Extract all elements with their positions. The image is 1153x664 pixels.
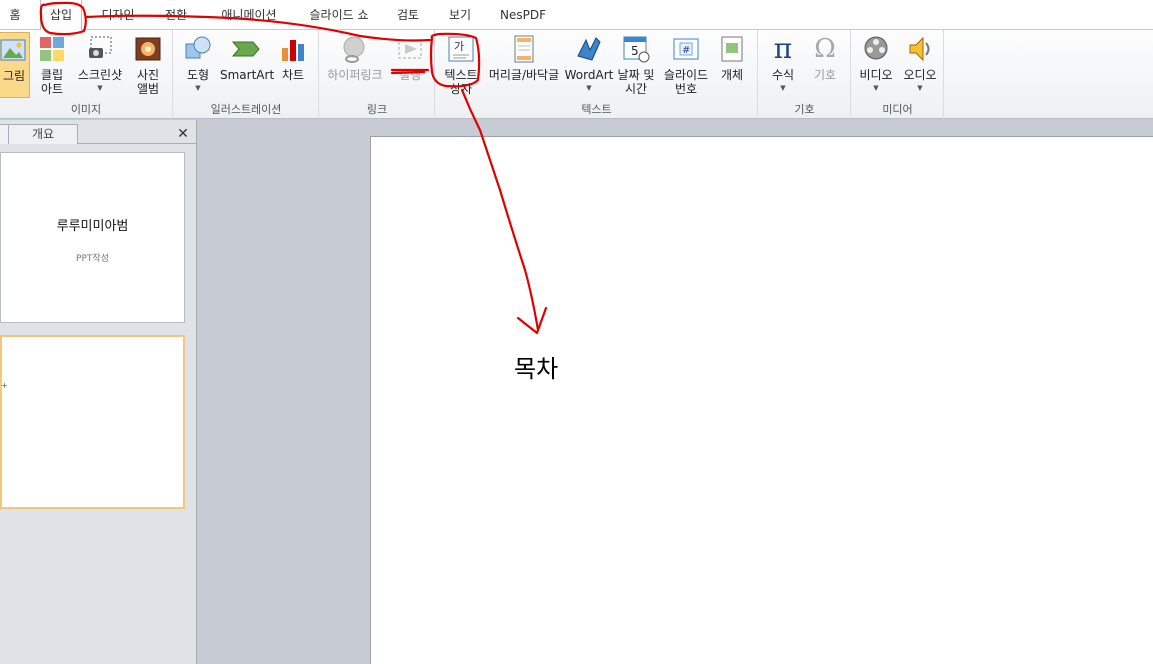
slide-thumbnail-1[interactable]: 루루미미아범 PPT작성 (0, 152, 185, 323)
group-image-label: 이미지 (70, 103, 102, 116)
tab-design[interactable]: 디자인 (92, 0, 144, 30)
tab-animations[interactable]: 애니메이션 (208, 0, 290, 30)
group-symbol-label: 기호 (794, 103, 815, 116)
smartart-label: SmartArt (220, 68, 275, 82)
group-link: 하이퍼링크 실행 링크 (320, 30, 435, 119)
clipart-label-line1: 클립 (40, 68, 64, 82)
screenshot-label: 스크린샷 (77, 68, 123, 82)
photo-album-label-line2: 앨범 (136, 82, 160, 96)
editing-area: 목차 (198, 120, 1153, 664)
tab-review[interactable]: 검토 (388, 0, 428, 30)
thumbnail-text-marker: + (1, 381, 8, 390)
screenshot-icon (89, 36, 112, 58)
header-footer-label: 머리글/바닥글 (488, 68, 560, 82)
textbox-label-line2: 상자 (449, 82, 473, 96)
group-text-label: 텍스트 (581, 103, 612, 116)
tab-view[interactable]: 보기 (440, 0, 480, 30)
picture-button[interactable]: 그림 (0, 32, 30, 98)
tab-nespdf[interactable]: NesPDF (492, 0, 554, 30)
ribbon-tab-bar: 홈 삽입 디자인 전환 애니메이션 슬라이드 쇼 검토 보기 NesPDF (0, 0, 1153, 30)
slide-number-label-line2: 번호 (674, 82, 698, 96)
datetime-label-line1: 날짜 및 (617, 68, 655, 82)
wordart-dropdown-icon: ▼ (586, 84, 592, 92)
tab-transitions[interactable]: 전환 (156, 0, 196, 30)
group-image: 그림 클립 아트 스크린샷 ▼ 사진 앨범 이미지 (0, 30, 173, 119)
tab-home[interactable]: 홈 (2, 0, 28, 30)
video-dropdown-icon: ▼ (873, 84, 879, 92)
panel-tab-bar: 개요 ✕ (0, 124, 197, 144)
chart-icon (282, 40, 304, 61)
chart-label: 차트 (281, 68, 305, 82)
textbox-label-line1: 텍스트 (444, 68, 478, 82)
slide-number-icon: # (673, 38, 699, 60)
audio-dropdown-icon: ▼ (917, 84, 923, 92)
slide-number-glyph: # (682, 45, 690, 56)
group-link-label: 링크 (366, 103, 388, 116)
header-footer-icon (514, 35, 534, 63)
shapes-label: 도형 (186, 68, 210, 82)
symbol-label: 기호 (813, 68, 837, 82)
smartart-icon (231, 41, 260, 57)
clipart-label-line2: 아트 (40, 82, 64, 96)
thumbnail-title: 루루미미아범 (56, 219, 129, 234)
textbox-icon-glyph: 가 (454, 40, 464, 53)
action-icon (398, 39, 422, 59)
equation-dropdown-icon: ▼ (780, 84, 786, 92)
datetime-label-line2: 시간 (624, 82, 648, 96)
tab-slideshow[interactable]: 슬라이드 쇼 (300, 0, 378, 30)
screenshot-dropdown-icon: ▼ (97, 84, 103, 92)
photo-album-icon (135, 37, 161, 61)
group-illustration: 도형 ▼ SmartArt 차트 일러스트레이션 (174, 30, 319, 119)
equation-icon: π (773, 32, 793, 65)
film-reel-icon (864, 36, 888, 60)
shapes-icon (185, 36, 211, 59)
group-media-label: 미디어 (882, 103, 913, 116)
group-media: 비디오 ▼ 오디오 ▼ 미디어 (852, 30, 944, 119)
picture-label: 그림 (2, 69, 26, 83)
wordart-icon (577, 37, 601, 61)
hyperlink-icon (343, 36, 365, 63)
slide-text-box[interactable]: 목차 (514, 349, 558, 384)
object-icon (721, 36, 743, 62)
action-label: 실행 (398, 68, 422, 82)
object-label: 개체 (720, 68, 744, 82)
video-label: 비디오 (859, 68, 893, 82)
audio-label: 오디오 (903, 68, 937, 82)
photo-album-label-line1: 사진 (136, 68, 160, 82)
textbox-icon: 가 (448, 36, 474, 62)
hyperlink-label: 하이퍼링크 (327, 68, 383, 82)
clipart-icon (40, 37, 64, 61)
speaker-icon (909, 36, 930, 62)
tab-outline[interactable]: 개요 (8, 124, 78, 144)
wordart-label: WordArt (564, 68, 614, 82)
group-illustration-label: 일러스트레이션 (210, 103, 282, 116)
slide-thumbnail-2[interactable]: + (0, 335, 185, 509)
close-icon[interactable]: ✕ (176, 126, 190, 142)
group-symbol: π 수식 ▼ Ω 기호 기호 (759, 30, 851, 119)
ribbon: 그림 클립 아트 스크린샷 ▼ 사진 앨범 이미지 도형 ▼ SmartArt … (0, 30, 1153, 119)
calendar-icon: 5 (623, 36, 650, 63)
picture-icon (0, 39, 26, 61)
tab-insert[interactable]: 삽입 (40, 0, 82, 30)
slide-number-label-line1: 슬라이드 (663, 68, 709, 82)
equation-label: 수식 (771, 68, 795, 82)
group-text: 가 텍스트 상자 머리글/바닥글 WordArt ▼ 5 날짜 및 시간 # 슬… (436, 30, 758, 119)
omega-icon: Ω (814, 34, 836, 64)
slides-panel: 개요 ✕ 루루미미아범 PPT작성 + (0, 120, 197, 664)
slide-canvas[interactable]: 목차 (370, 136, 1153, 664)
calendar-day-glyph: 5 (631, 44, 639, 58)
shapes-dropdown-icon: ▼ (195, 84, 201, 92)
thumbnail-subtitle: PPT작성 (76, 254, 109, 264)
